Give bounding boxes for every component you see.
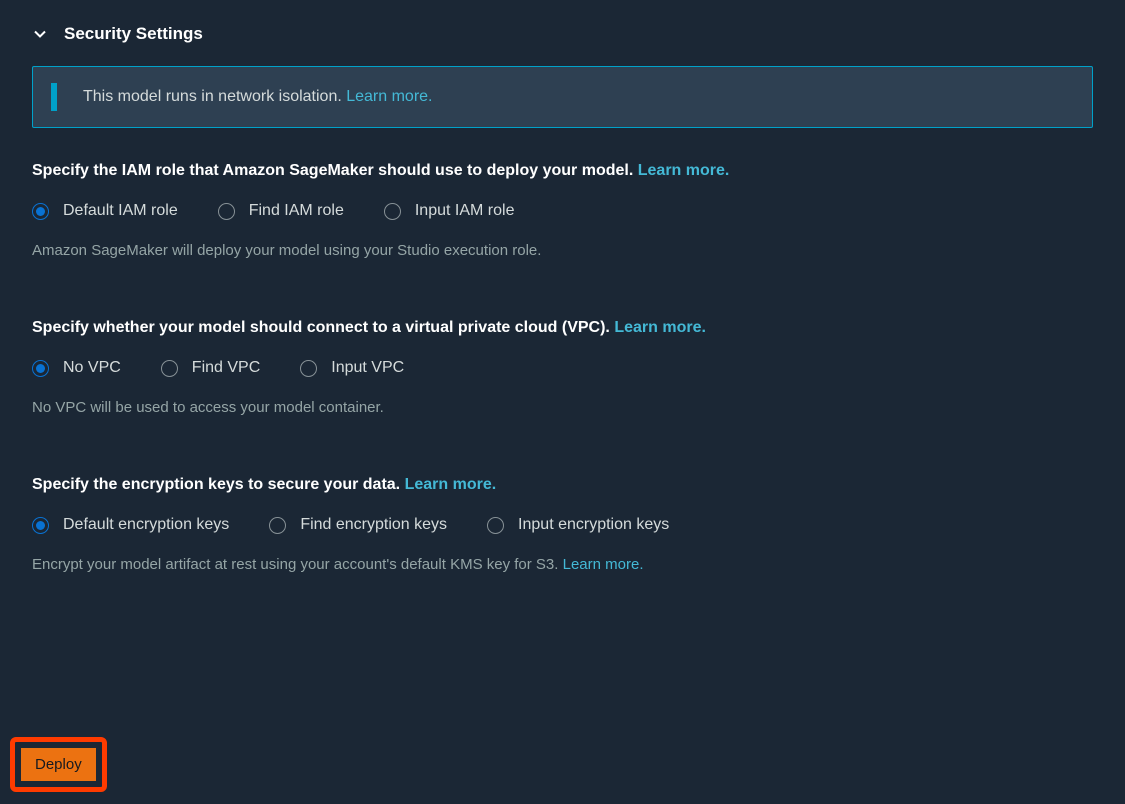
- radio-icon: [161, 360, 178, 377]
- vpc-label-text: Specify whether your model should connec…: [32, 319, 610, 336]
- radio-icon: [32, 360, 49, 377]
- iam-find-radio[interactable]: Find IAM role: [218, 202, 344, 220]
- encryption-radio-group: Default encryption keys Find encryption …: [32, 516, 1093, 534]
- iam-default-radio[interactable]: Default IAM role: [32, 202, 178, 220]
- iam-input-radio[interactable]: Input IAM role: [384, 202, 515, 220]
- radio-icon: [300, 360, 317, 377]
- network-isolation-learn-more-link[interactable]: Learn more.: [346, 88, 432, 105]
- radio-icon: [32, 203, 49, 220]
- iam-role-radio-group: Default IAM role Find IAM role Input IAM…: [32, 202, 1093, 220]
- vpc-find-radio[interactable]: Find VPC: [161, 359, 260, 377]
- vpc-block: Specify whether your model should connec…: [32, 319, 1093, 416]
- radio-label: Find encryption keys: [300, 516, 447, 534]
- radio-label: No VPC: [63, 359, 121, 377]
- encryption-block: Specify the encryption keys to secure yo…: [32, 476, 1093, 573]
- encryption-label-text: Specify the encryption keys to secure yo…: [32, 476, 400, 493]
- radio-icon: [269, 517, 286, 534]
- info-indicator-bar: [51, 83, 57, 111]
- encryption-label: Specify the encryption keys to secure yo…: [32, 476, 1093, 494]
- radio-label: Input encryption keys: [518, 516, 669, 534]
- section-header: Security Settings: [32, 24, 1093, 44]
- radio-label: Input VPC: [331, 359, 404, 377]
- radio-label: Default IAM role: [63, 202, 178, 220]
- encryption-helper-learn-more-link[interactable]: Learn more.: [563, 556, 644, 573]
- chevron-down-icon[interactable]: [32, 26, 48, 42]
- info-message: This model runs in network isolation.: [83, 88, 342, 105]
- radio-icon: [32, 517, 49, 534]
- encryption-default-radio[interactable]: Default encryption keys: [32, 516, 229, 534]
- radio-icon: [218, 203, 235, 220]
- vpc-input-radio[interactable]: Input VPC: [300, 359, 404, 377]
- iam-helper-text: Amazon SageMaker will deploy your model …: [32, 242, 1093, 259]
- encryption-helper-text: Encrypt your model artifact at rest usin…: [32, 556, 558, 573]
- encryption-find-radio[interactable]: Find encryption keys: [269, 516, 447, 534]
- radio-icon: [384, 203, 401, 220]
- section-title: Security Settings: [64, 24, 203, 44]
- iam-role-label-text: Specify the IAM role that Amazon SageMak…: [32, 162, 633, 179]
- network-isolation-info: This model runs in network isolation. Le…: [32, 66, 1093, 128]
- deploy-highlight-box: Deploy: [10, 737, 107, 792]
- iam-role-label: Specify the IAM role that Amazon SageMak…: [32, 162, 1093, 180]
- vpc-helper-text: No VPC will be used to access your model…: [32, 399, 1093, 416]
- deploy-button[interactable]: Deploy: [21, 748, 96, 781]
- vpc-none-radio[interactable]: No VPC: [32, 359, 121, 377]
- vpc-radio-group: No VPC Find VPC Input VPC: [32, 359, 1093, 377]
- radio-icon: [487, 517, 504, 534]
- encryption-learn-more-link[interactable]: Learn more.: [405, 476, 497, 493]
- iam-role-learn-more-link[interactable]: Learn more.: [638, 162, 730, 179]
- radio-label: Default encryption keys: [63, 516, 229, 534]
- info-text: This model runs in network isolation. Le…: [83, 88, 433, 106]
- vpc-learn-more-link[interactable]: Learn more.: [614, 319, 706, 336]
- radio-label: Input IAM role: [415, 202, 515, 220]
- radio-label: Find VPC: [192, 359, 260, 377]
- encryption-input-radio[interactable]: Input encryption keys: [487, 516, 669, 534]
- radio-label: Find IAM role: [249, 202, 344, 220]
- encryption-helper: Encrypt your model artifact at rest usin…: [32, 556, 1093, 573]
- vpc-label: Specify whether your model should connec…: [32, 319, 1093, 337]
- iam-role-block: Specify the IAM role that Amazon SageMak…: [32, 162, 1093, 259]
